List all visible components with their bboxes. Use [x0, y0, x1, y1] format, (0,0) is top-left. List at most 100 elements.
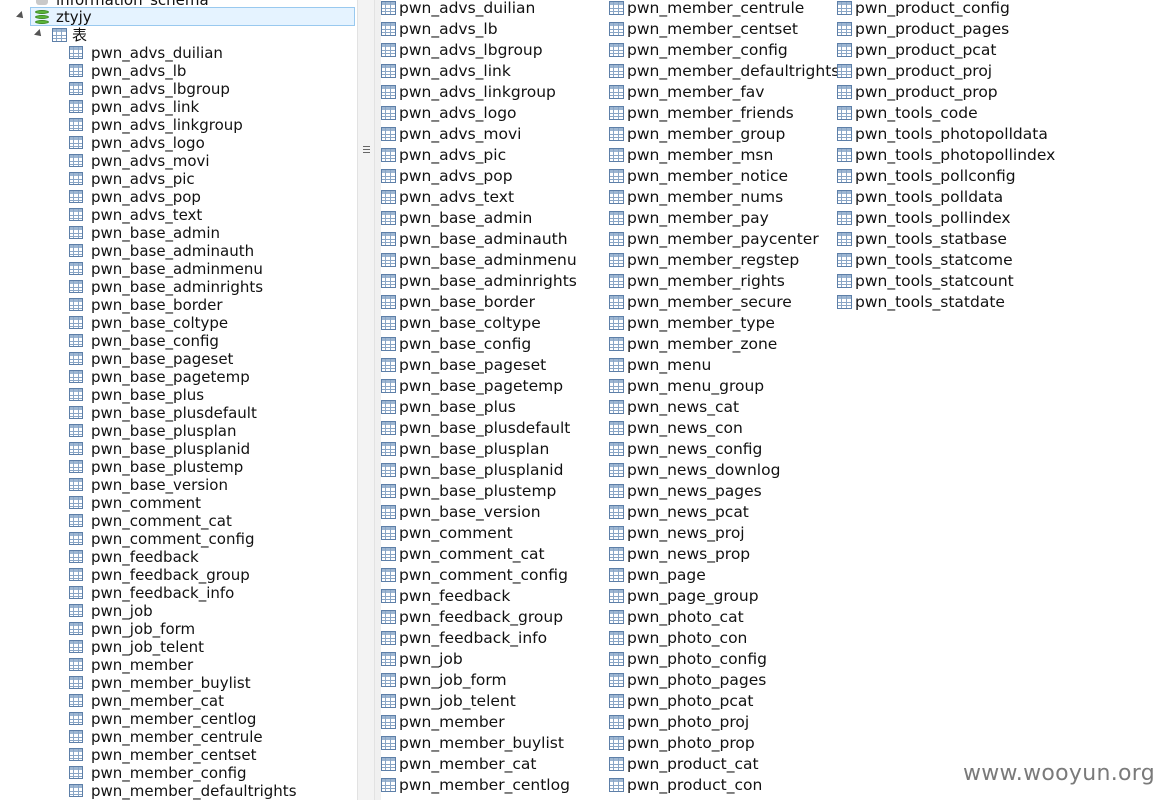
sidebar-table-label: pwn_job_form	[91, 620, 196, 638]
table-icon	[69, 118, 83, 131]
table-icon	[69, 334, 83, 347]
sidebar-table-item[interactable]: pwn_base_plus	[0, 386, 357, 404]
table-list-label: pwn_base_config	[399, 335, 532, 353]
sidebar-table-item[interactable]: pwn_advs_movi	[0, 152, 357, 170]
table-icon	[609, 295, 624, 309]
sidebar-table-item[interactable]: pwn_comment	[0, 494, 357, 512]
sidebar-table-item[interactable]: pwn_feedback_group	[0, 566, 357, 584]
sidebar-table-item[interactable]: pwn_base_plusdefault	[0, 404, 357, 422]
sidebar-table-item[interactable]: pwn_advs_lb	[0, 62, 357, 80]
table-icon	[609, 148, 624, 162]
sidebar-table-item[interactable]: pwn_feedback	[0, 548, 357, 566]
tree-node-ztyjy[interactable]: ztyjy	[0, 8, 357, 26]
sidebar-table-item[interactable]: pwn_comment_config	[0, 530, 357, 548]
table-icon	[69, 154, 83, 167]
table-icon	[381, 64, 396, 78]
sidebar-table-item[interactable]: pwn_member_config	[0, 764, 357, 782]
table-icon	[69, 316, 83, 329]
sidebar-table-item[interactable]: pwn_base_pageset	[0, 350, 357, 368]
collapse-arrow-icon[interactable]	[16, 11, 26, 21]
sidebar-table-item[interactable]: pwn_advs_text	[0, 206, 357, 224]
navigation-tree[interactable]: information_schema ztyjy 表 pwn_advs_duil…	[0, 0, 357, 800]
table-icon	[609, 211, 624, 225]
table-icon	[69, 550, 83, 563]
splitter-grip-icon[interactable]	[363, 146, 370, 156]
sidebar-table-item[interactable]: pwn_feedback_info	[0, 584, 357, 602]
sidebar-table-label: pwn_base_pagetemp	[91, 368, 250, 386]
table-icon	[381, 85, 396, 99]
sidebar-table-item[interactable]: pwn_base_adminmenu	[0, 260, 357, 278]
sidebar-table-item[interactable]: pwn_member_cat	[0, 692, 357, 710]
sidebar-table-item[interactable]: pwn_advs_pic	[0, 170, 357, 188]
table-list-label: pwn_member_notice	[627, 167, 789, 185]
sidebar-table-item[interactable]: pwn_member	[0, 656, 357, 674]
sidebar-table-item[interactable]: pwn_base_config	[0, 332, 357, 350]
sidebar-table-item[interactable]: pwn_base_plustemp	[0, 458, 357, 476]
table-list-label: pwn_base_pageset	[399, 356, 547, 374]
pane-splitter[interactable]	[357, 0, 375, 800]
sidebar-table-item[interactable]: pwn_base_plusplanid	[0, 440, 357, 458]
sidebar-table-label: pwn_advs_linkgroup	[91, 116, 243, 134]
sidebar-table-item[interactable]: pwn_advs_duilian	[0, 44, 357, 62]
table-list-label: pwn_tools_code	[855, 104, 978, 122]
sidebar-table-item[interactable]: pwn_member_centrule	[0, 728, 357, 746]
table-icon	[69, 694, 83, 707]
table-icon	[837, 211, 852, 225]
sidebar-table-item[interactable]: pwn_base_pagetemp	[0, 368, 357, 386]
sidebar-table-item[interactable]: pwn_base_border	[0, 296, 357, 314]
table-icon	[69, 640, 83, 653]
table-list-label: pwn_news_config	[627, 440, 763, 458]
table-icon	[381, 358, 396, 372]
sidebar-table-item[interactable]: pwn_base_adminrights	[0, 278, 357, 296]
table-icon	[381, 757, 396, 771]
table-icon	[837, 22, 852, 36]
table-list-label: pwn_tools_statcome	[855, 251, 1013, 269]
table-list-label: pwn_base_plusplanid	[399, 461, 564, 479]
table-icon	[69, 298, 83, 311]
sidebar-table-item[interactable]: pwn_base_adminauth	[0, 242, 357, 260]
table-icon	[381, 22, 396, 36]
sidebar-table-item[interactable]: pwn_member_centlog	[0, 710, 357, 728]
table-list-label: pwn_advs_logo	[399, 104, 517, 122]
table-icon	[609, 484, 624, 498]
sidebar-table-item[interactable]: pwn_comment_cat	[0, 512, 357, 530]
table-icon	[69, 622, 83, 635]
table-icon	[609, 169, 624, 183]
sidebar-table-item[interactable]: pwn_job_form	[0, 620, 357, 638]
table-list-label: pwn_tools_polldata	[855, 188, 1004, 206]
sidebar-table-item[interactable]: pwn_member_centset	[0, 746, 357, 764]
tree-node-tables-folder[interactable]: 表	[0, 26, 357, 44]
table-icon	[381, 778, 396, 792]
sidebar-table-item[interactable]: pwn_base_coltype	[0, 314, 357, 332]
table-icon	[69, 568, 83, 581]
sidebar-table-item[interactable]: pwn_advs_link	[0, 98, 357, 116]
sidebar-table-item[interactable]: pwn_advs_lbgroup	[0, 80, 357, 98]
table-list-label: pwn_tools_statdate	[855, 293, 1005, 311]
sidebar-table-item[interactable]: pwn_base_plusplan	[0, 422, 357, 440]
sidebar-table-label: pwn_advs_logo	[91, 134, 205, 152]
table-icon	[381, 253, 396, 267]
sidebar-table-item[interactable]: pwn_base_version	[0, 476, 357, 494]
sidebar-table-item[interactable]: pwn_job_telent	[0, 638, 357, 656]
sidebar-table-item[interactable]: pwn_advs_logo	[0, 134, 357, 152]
table-icon	[69, 532, 83, 545]
collapse-arrow-icon[interactable]	[34, 29, 44, 39]
sidebar-table-label: pwn_base_version	[91, 476, 228, 494]
sidebar-table-item[interactable]: pwn_member_defaultrights	[0, 782, 357, 800]
table-icon	[381, 694, 396, 708]
sidebar-table-item[interactable]: pwn_advs_linkgroup	[0, 116, 357, 134]
sidebar-table-item[interactable]: pwn_base_admin	[0, 224, 357, 242]
sidebar-table-label: pwn_advs_text	[91, 206, 203, 224]
table-list-label: pwn_base_plus	[399, 398, 516, 416]
sidebar-table-item[interactable]: pwn_advs_pop	[0, 188, 357, 206]
table-icon	[381, 568, 396, 582]
table-icon	[381, 190, 396, 204]
table-icon	[837, 253, 852, 267]
table-icon	[69, 352, 83, 365]
table-icon	[69, 208, 83, 221]
table-list-label: pwn_base_version	[399, 503, 541, 521]
table-icon	[69, 460, 83, 473]
sidebar-table-item[interactable]: pwn_member_buylist	[0, 674, 357, 692]
sidebar-table-item[interactable]: pwn_job	[0, 602, 357, 620]
sidebar-table-label: pwn_comment_config	[91, 530, 255, 548]
